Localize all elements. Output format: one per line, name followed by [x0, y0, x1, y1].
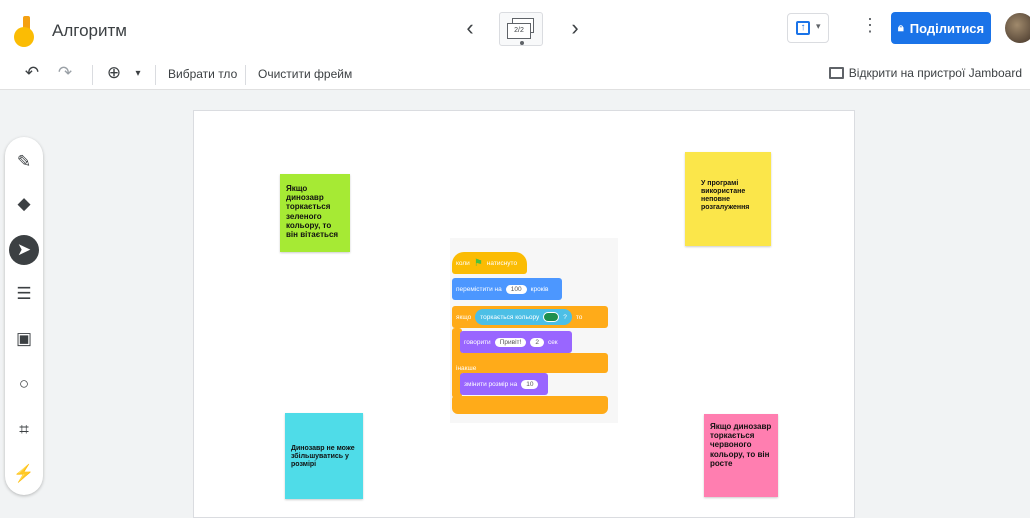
zoom-dropdown-chevron-icon[interactable]: ▾: [128, 68, 148, 79]
sticky-note-icon[interactable]: ☰: [9, 279, 39, 309]
jamboard-logo-icon: [14, 16, 36, 47]
color-swatch: [543, 312, 560, 322]
if-else-block: якщо торкається кольору ? то: [452, 306, 608, 328]
jam-canvas[interactable]: Якщо динозавр торкається зеленого кольор…: [193, 110, 855, 518]
open-on-jamboard-button[interactable]: Відкрити на пристрої Jamboard: [828, 66, 1022, 80]
monitor-icon: [828, 67, 844, 79]
frame-indicator[interactable]: 2/2: [499, 12, 543, 46]
avatar[interactable]: [1005, 13, 1030, 43]
lock-icon: 🔒︎: [897, 21, 904, 34]
tool-panel: ✎ ◆ ➤ ☰ ▣ ○ ⌗ ⚡: [5, 137, 43, 495]
share-label: Поділитися: [909, 20, 985, 36]
say-block: говорити Привіт! 2 сек: [460, 331, 572, 353]
next-frame-icon[interactable]: ›: [560, 13, 590, 43]
top-bar: Алгоритм ‹ 2/2 › ↑ ▾ ⋮ 🔒︎ Поділитися: [0, 0, 1030, 58]
touching-color-block: торкається кольору ?: [475, 309, 572, 325]
sticky-note[interactable]: Якщо динозавр торкається червоного кольо…: [704, 414, 778, 497]
move-block: перемістити на 100 кроків: [452, 278, 562, 300]
clear-frame-button[interactable]: Очистити фрейм: [258, 67, 352, 81]
zoom-icon[interactable]: ⊕: [104, 63, 124, 83]
laser-icon[interactable]: ⚡: [9, 459, 39, 489]
sticky-note[interactable]: Динозавр не може збільшуватись у розмірі: [285, 413, 363, 499]
when-flag-block: коли ⚑ натиснуто: [452, 252, 527, 274]
share-button[interactable]: 🔒︎ Поділитися: [891, 12, 991, 44]
undo-icon[interactable]: ↶: [22, 63, 42, 83]
circle-icon[interactable]: ○: [9, 369, 39, 399]
eraser-icon[interactable]: ◆: [9, 189, 39, 219]
edit-toolbar: ↶ ↷ ⊕ ▾ Вибрати тло Очистити фрейм Відкр…: [0, 58, 1030, 90]
image-icon[interactable]: ▣: [9, 324, 39, 354]
change-size-block: змінити розмір на 10: [460, 373, 548, 395]
more-options-icon[interactable]: ⋮: [861, 15, 879, 36]
redo-icon[interactable]: ↷: [55, 63, 75, 83]
set-background-button[interactable]: Вибрати тло: [168, 67, 237, 81]
green-flag-icon: ⚑: [473, 257, 483, 269]
textbox-icon[interactable]: ⌗: [9, 415, 39, 445]
open-on-jamboard-label: Відкрити на пристрої Jamboard: [848, 66, 1022, 80]
scratch-program-image[interactable]: коли ⚑ натиснуто перемістити на 100 крок…: [450, 238, 618, 423]
document-title[interactable]: Алгоритм: [52, 21, 127, 41]
previous-frame-icon[interactable]: ‹: [455, 13, 485, 43]
if-else-end: [452, 396, 608, 414]
sticky-note[interactable]: Якщо динозавр торкається зеленого кольор…: [280, 174, 350, 252]
present-button[interactable]: ↑ ▾: [787, 13, 829, 43]
select-icon[interactable]: ➤: [9, 235, 39, 265]
chevron-down-icon: ▾: [816, 21, 821, 31]
else-block: інакше: [452, 353, 608, 373]
pen-icon[interactable]: ✎: [9, 147, 39, 177]
present-icon: ↑: [796, 21, 810, 35]
sticky-note[interactable]: У програмі використане неповне розгалуже…: [685, 152, 771, 246]
